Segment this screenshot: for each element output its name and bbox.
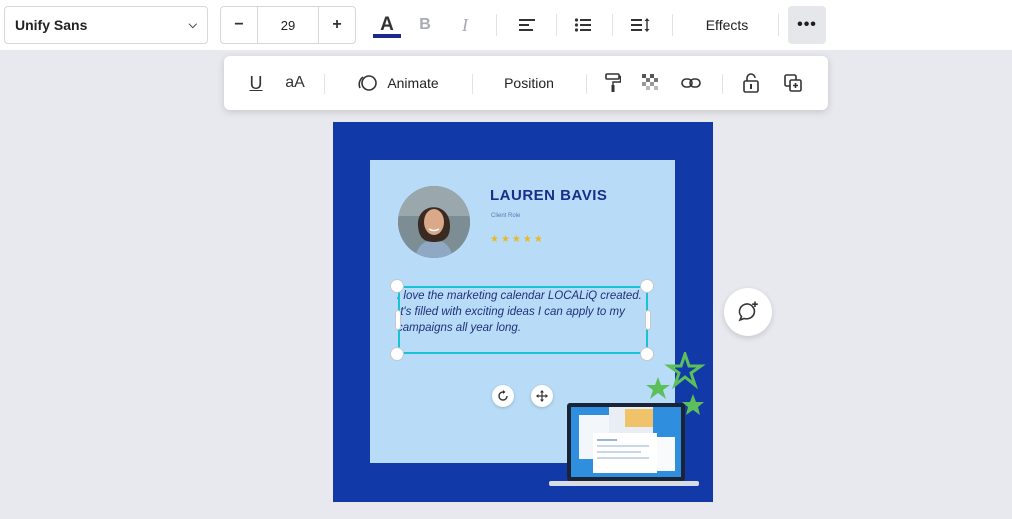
- side-resize-handle[interactable]: [395, 310, 401, 330]
- comment-add-icon: [738, 301, 758, 322]
- bold-button[interactable]: B: [412, 6, 438, 44]
- font-family-dropdown[interactable]: Unify Sans ⌵: [4, 6, 208, 44]
- divider: [586, 74, 587, 94]
- text-color-icon: A: [380, 14, 394, 35]
- spacing-icon[interactable]: [624, 6, 658, 44]
- resize-handle[interactable]: [640, 279, 654, 293]
- font-size-input[interactable]: 29: [257, 7, 319, 43]
- divider: [612, 14, 613, 36]
- divider: [778, 14, 779, 36]
- letter-case-button[interactable]: aA: [278, 64, 312, 102]
- reviewer-name: LAUREN BAVIS: [490, 187, 608, 204]
- laptop-illustration: [549, 403, 699, 486]
- resize-handle[interactable]: [390, 347, 404, 361]
- animate-icon: [358, 75, 378, 91]
- lock-icon[interactable]: [736, 64, 766, 102]
- add-comment-button[interactable]: [724, 288, 772, 336]
- reviewer-role: Client Role: [491, 213, 521, 219]
- animate-label: Animate: [387, 75, 439, 91]
- rating-stars: ★★★★★: [490, 234, 545, 245]
- align-left-icon[interactable]: [512, 6, 542, 44]
- effects-button[interactable]: Effects: [684, 6, 770, 44]
- position-button[interactable]: Position: [486, 64, 572, 102]
- text-color-button[interactable]: A: [372, 6, 402, 44]
- divider: [496, 14, 497, 36]
- duplicate-icon[interactable]: [778, 64, 808, 102]
- design-canvas[interactable]: LAUREN BAVIS Client Role ★★★★★ I love th…: [333, 122, 713, 502]
- divider: [324, 74, 325, 94]
- text-selection-box: [398, 286, 648, 354]
- divider: [556, 14, 557, 36]
- secondary-toolbar: U aA Animate Position: [224, 56, 828, 110]
- resize-handle[interactable]: [390, 279, 404, 293]
- increase-font-size-button[interactable]: +: [319, 7, 355, 43]
- italic-button[interactable]: I: [452, 6, 478, 44]
- animate-button[interactable]: Animate: [336, 64, 460, 102]
- transparency-icon[interactable]: [636, 64, 666, 102]
- divider: [722, 74, 723, 94]
- resize-handle[interactable]: [640, 347, 654, 361]
- avatar: [398, 186, 470, 258]
- decrease-font-size-button[interactable]: −: [221, 7, 257, 43]
- side-resize-handle[interactable]: [645, 310, 651, 330]
- divider: [472, 74, 473, 94]
- more-options-button[interactable]: •••: [788, 6, 826, 44]
- chevron-down-icon: ⌵: [188, 18, 197, 31]
- list-icon[interactable]: [568, 6, 598, 44]
- link-icon[interactable]: [676, 64, 706, 102]
- rotate-icon[interactable]: [492, 385, 514, 407]
- paint-roller-icon[interactable]: [598, 64, 628, 102]
- top-toolbar: Unify Sans ⌵ − 29 + A B I Effects •••: [0, 0, 1012, 50]
- font-size-stepper: − 29 +: [220, 6, 356, 44]
- font-family-value: Unify Sans: [15, 17, 88, 33]
- text-color-swatch: [373, 34, 401, 38]
- star-doodle-icon: [646, 377, 670, 399]
- divider: [672, 14, 673, 36]
- underline-button[interactable]: U: [242, 64, 270, 102]
